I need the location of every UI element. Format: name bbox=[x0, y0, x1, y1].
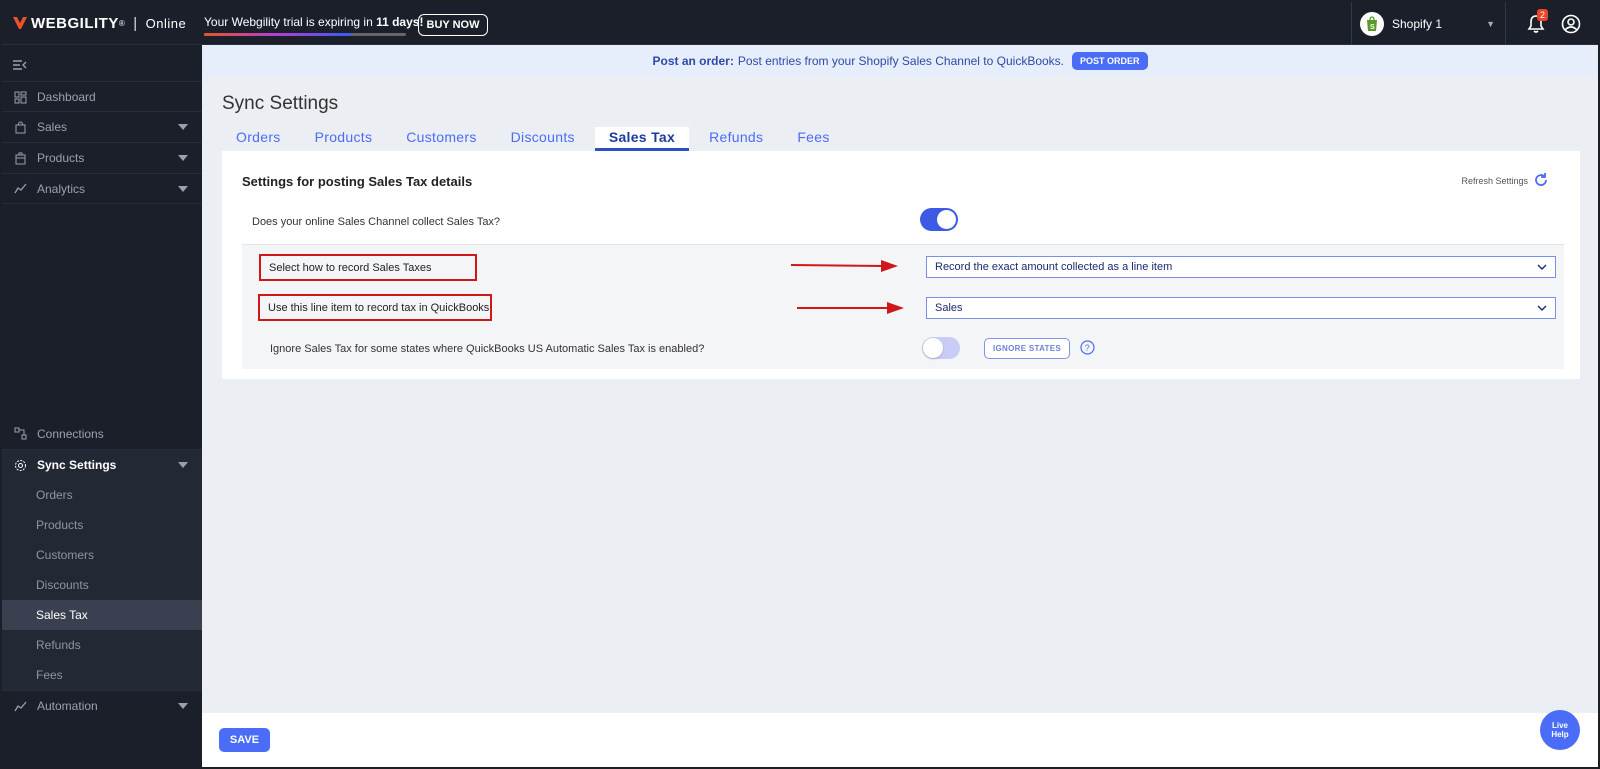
sidebar-subitem-products[interactable]: Products bbox=[2, 510, 202, 540]
top-bar: WEBGILITY ® | Online Your Webgility tria… bbox=[2, 2, 1598, 45]
box-icon bbox=[15, 152, 26, 164]
shopify-icon: S bbox=[1360, 11, 1384, 36]
ignore-states-button[interactable]: IGNORE STATES bbox=[984, 338, 1070, 359]
sidebar-item-dashboard[interactable]: Dashboard bbox=[2, 81, 202, 112]
trial-prefix: Your Webgility trial is expiring in bbox=[204, 15, 377, 29]
trial-progress-fill bbox=[204, 33, 352, 36]
collapse-menu-icon[interactable] bbox=[12, 59, 28, 71]
ignore-states-question: Ignore Sales Tax for some states where Q… bbox=[270, 343, 705, 355]
sidebar-item-label: Sync Settings bbox=[37, 458, 117, 472]
automation-icon bbox=[14, 701, 27, 711]
tab-fees[interactable]: Fees bbox=[783, 127, 843, 151]
post-order-banner: Post an order: Post entries from your Sh… bbox=[202, 45, 1598, 77]
tab-refunds[interactable]: Refunds bbox=[695, 127, 777, 151]
tab-customers[interactable]: Customers bbox=[392, 127, 490, 151]
tab-products[interactable]: Products bbox=[301, 127, 387, 151]
chevron-down-icon bbox=[1537, 264, 1547, 270]
live-help-label: Live Help bbox=[1551, 721, 1568, 739]
connections-icon bbox=[14, 427, 27, 440]
svg-text:?: ? bbox=[1085, 343, 1090, 353]
refresh-settings-link[interactable]: Refresh Settings bbox=[1461, 176, 1528, 186]
collect-sales-tax-question: Does your online Sales Channel collect S… bbox=[252, 216, 501, 228]
sidebar-subitem-discounts[interactable]: Discounts bbox=[2, 570, 202, 600]
brand-registered: ® bbox=[118, 19, 126, 28]
trial-progress-bar bbox=[204, 33, 406, 36]
record-method-value: Record the exact amount collected as a l… bbox=[935, 261, 1173, 273]
sidebar-item-label: Sales bbox=[37, 120, 68, 134]
sidebar-subitem-orders[interactable]: Orders bbox=[2, 480, 202, 510]
caret-down-icon bbox=[178, 185, 188, 192]
brand-name: WEBGILITY bbox=[31, 15, 119, 32]
sidebar-item-connections[interactable]: Connections bbox=[2, 418, 202, 449]
arrow-right-icon bbox=[791, 260, 898, 272]
line-item-select[interactable]: Sales bbox=[926, 297, 1556, 319]
refresh-icon[interactable] bbox=[1532, 171, 1550, 189]
caret-down-icon bbox=[178, 124, 188, 130]
tab-sales-tax[interactable]: Sales Tax bbox=[594, 127, 690, 151]
dashboard-icon bbox=[14, 91, 27, 103]
tab-orders[interactable]: Orders bbox=[222, 127, 295, 151]
sidebar-item-label: Dashboard bbox=[37, 90, 96, 104]
main-content: Post an order: Post entries from your Sh… bbox=[202, 45, 1598, 767]
sidebar-subitem-refunds[interactable]: Refunds bbox=[2, 630, 202, 660]
sidebar-item-analytics[interactable]: Analytics bbox=[2, 173, 202, 204]
bag-icon bbox=[15, 120, 26, 133]
caret-down-icon: ▼ bbox=[1486, 19, 1495, 29]
save-button[interactable]: SAVE bbox=[219, 728, 270, 752]
sidebar-subitem-sales-tax[interactable]: Sales Tax bbox=[2, 600, 202, 630]
sidebar-item-label: Automation bbox=[37, 699, 98, 713]
svg-text:S: S bbox=[1370, 24, 1375, 31]
record-method-label: Select how to record Sales Taxes bbox=[259, 254, 477, 281]
banner-lead: Post an order: bbox=[652, 54, 734, 68]
line-item-value: Sales bbox=[935, 302, 963, 314]
brand-mode: Online bbox=[145, 16, 187, 31]
trial-days: 11 days! bbox=[376, 15, 424, 29]
live-help-line2: Help bbox=[1551, 730, 1569, 739]
banner-text: Post entries from your Shopify Sales Cha… bbox=[737, 54, 1064, 68]
sidebar-item-label: Connections bbox=[37, 426, 104, 441]
live-help-button[interactable]: Live Help bbox=[1540, 710, 1580, 750]
post-order-button[interactable]: POST ORDER bbox=[1072, 52, 1148, 70]
sidebar-item-automation[interactable]: Automation bbox=[2, 690, 202, 721]
sales-tax-panel: Settings for posting Sales Tax details R… bbox=[222, 151, 1580, 379]
gear-icon bbox=[15, 459, 26, 471]
arrow-right-icon bbox=[797, 302, 904, 314]
collect-sales-tax-toggle[interactable] bbox=[920, 208, 958, 231]
chevron-down-icon bbox=[1537, 305, 1547, 311]
caret-down-icon bbox=[178, 462, 188, 468]
ignore-states-toggle[interactable] bbox=[922, 337, 960, 359]
line-item-label: Use this line item to record tax in Quic… bbox=[258, 294, 492, 321]
sidebar-subitem-fees[interactable]: Fees bbox=[2, 660, 202, 690]
brand-logo[interactable]: WEBGILITY ® | Online bbox=[13, 15, 186, 32]
help-icon[interactable]: ? bbox=[1080, 340, 1095, 355]
live-help-line1: Live bbox=[1551, 721, 1568, 730]
sidebar-item-sales[interactable]: Sales bbox=[2, 111, 202, 142]
webgility-logo-icon bbox=[13, 17, 27, 29]
sidebar-item-sync-settings[interactable]: Sync Settings bbox=[2, 449, 202, 480]
caret-down-icon bbox=[178, 155, 188, 161]
user-circle-icon[interactable] bbox=[1561, 14, 1581, 34]
app-frame: WEBGILITY ® | Online Your Webgility tria… bbox=[0, 0, 1600, 769]
record-method-select[interactable]: Record the exact amount collected as a l… bbox=[926, 256, 1556, 278]
brand-separator: | bbox=[133, 15, 138, 32]
sidebar-subitem-customers[interactable]: Customers bbox=[2, 540, 202, 570]
store-name: Shopify 1 bbox=[1392, 16, 1443, 31]
caret-down-icon bbox=[178, 703, 188, 709]
footer-bar: SAVE bbox=[202, 713, 1598, 767]
settings-tabs: Orders Products Customers Discounts Sale… bbox=[222, 127, 850, 151]
panel-title: Settings for posting Sales Tax details bbox=[242, 174, 473, 189]
store-selector[interactable]: S Shopify 1 ▼ bbox=[1351, 2, 1506, 45]
sidebar-item-label: Products bbox=[37, 151, 85, 165]
trial-notice: Your Webgility trial is expiring in 11 d… bbox=[204, 15, 423, 29]
tab-discounts[interactable]: Discounts bbox=[497, 127, 589, 151]
chart-icon bbox=[14, 183, 27, 194]
sales-tax-options: Select how to record Sales Taxes Record … bbox=[242, 244, 1564, 369]
page-title: Sync Settings bbox=[222, 93, 339, 114]
sidebar: Dashboard Sales Products Analytics Conne… bbox=[2, 45, 202, 767]
sidebar-item-label: Analytics bbox=[37, 181, 86, 196]
notification-badge: 2 bbox=[1537, 9, 1549, 21]
sidebar-item-products[interactable]: Products bbox=[2, 142, 202, 173]
buy-now-button[interactable]: BUY NOW bbox=[418, 14, 488, 36]
